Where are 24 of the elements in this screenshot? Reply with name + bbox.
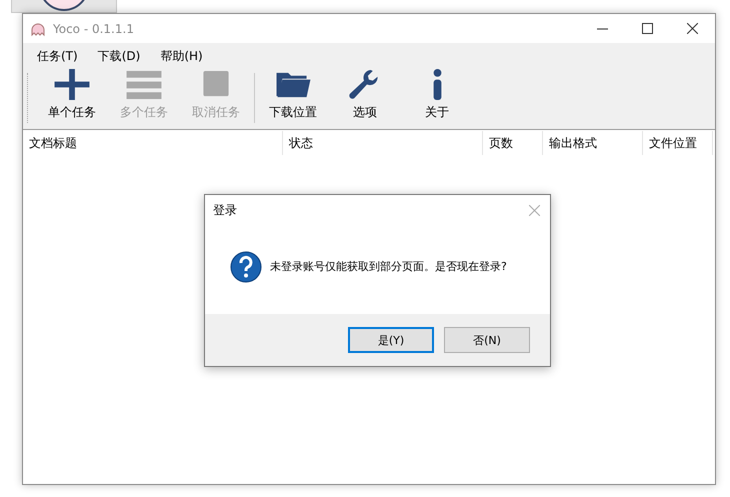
column-header[interactable]: 文档标题	[23, 131, 283, 155]
column-header[interactable]: 输出格式	[543, 131, 643, 155]
list-icon	[126, 69, 162, 100]
menu-item[interactable]: 任务(T)	[35, 48, 80, 64]
menu-item[interactable]: 帮助(H)	[158, 48, 205, 64]
column-header[interactable]: 状态	[283, 131, 483, 155]
close-icon[interactable]	[687, 23, 698, 34]
toolbar-button[interactable]: 下载位置	[257, 69, 329, 127]
menu-item[interactable]: 下载(D)	[96, 48, 142, 64]
column-header[interactable]: 文件位置	[643, 131, 713, 155]
dialog-message: 未登录账号仅能获取到部分页面。是否现在登录?	[270, 259, 507, 274]
column-header[interactable]: 页数	[483, 131, 543, 155]
toolbar-button[interactable]: 单个任务	[36, 69, 108, 127]
toolbar-button[interactable]: 选项	[329, 69, 401, 127]
maximize-icon[interactable]	[642, 23, 653, 34]
dialog-title: 登录	[213, 202, 237, 218]
desktop-icon[interactable]	[11, 0, 117, 13]
plus-icon	[54, 69, 90, 100]
toolbar-button[interactable]: 关于	[401, 69, 473, 127]
dialog-button[interactable]: 是(Y)	[348, 327, 434, 353]
window-title: Yoco - 0.1.1.1	[53, 22, 134, 36]
dialog-button[interactable]: 否(N)	[444, 327, 530, 353]
info-icon	[432, 69, 442, 100]
question-icon	[230, 250, 262, 282]
